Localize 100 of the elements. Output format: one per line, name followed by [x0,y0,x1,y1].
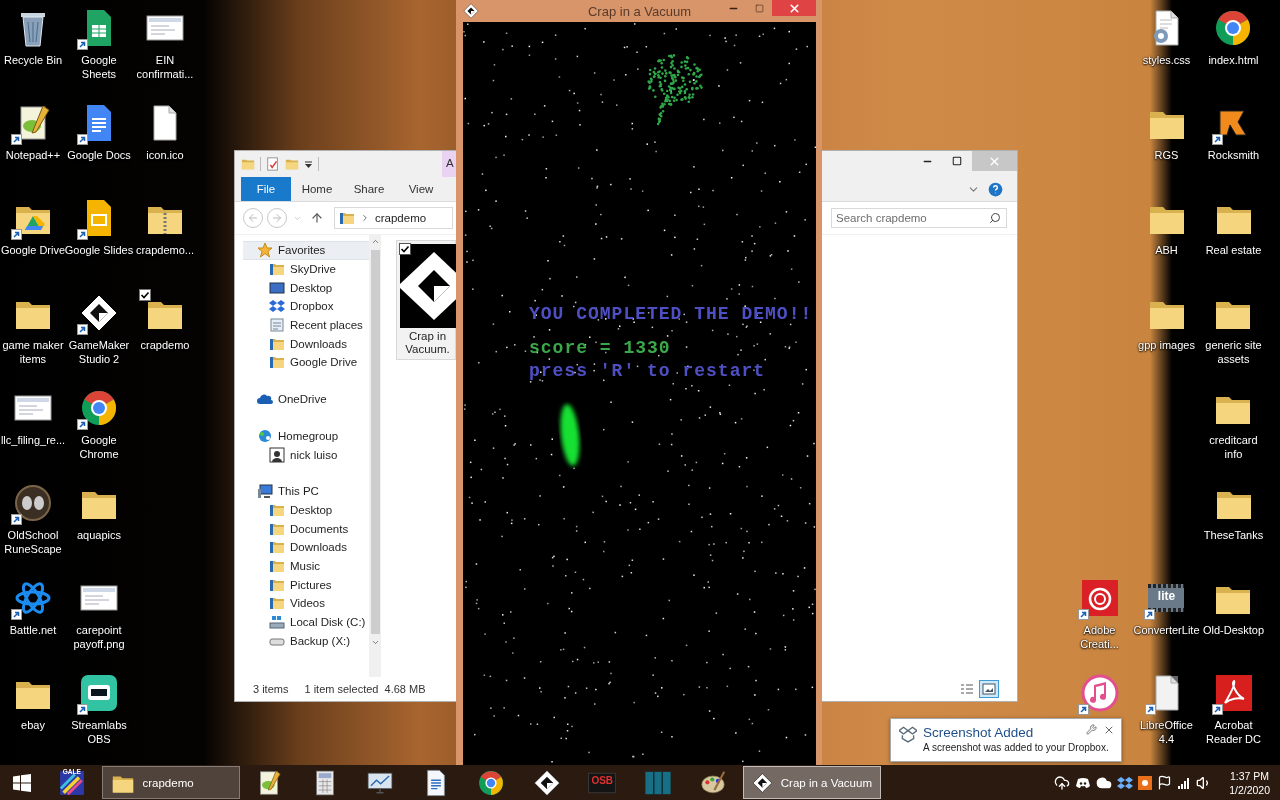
browser-logo-icon [79,388,119,428]
nav-item[interactable]: Music [243,556,369,576]
contextual-tab[interactable]: A [442,151,456,177]
round-logo-icon [13,483,53,523]
dropdown-caret-icon[interactable] [304,159,313,169]
nav-item[interactable]: Pictures [243,575,369,594]
status-text: 1 item selected 4.68 MB [304,683,426,695]
notification-title: Screenshot Added [923,725,1034,740]
close-button[interactable] [772,0,816,16]
file-tab[interactable]: File [241,177,291,201]
striped-app-icon [57,768,86,797]
recent-places-icon [269,317,285,334]
star-icon [257,242,273,259]
nav-item[interactable]: Homegroup [243,426,369,446]
tray-app-icon[interactable] [1138,775,1153,790]
help-icon[interactable] [988,181,1003,197]
arrow-right-icon [271,212,283,224]
folder-icon [269,595,285,612]
nav-item[interactable]: Favorites [243,241,369,260]
nav-item[interactable]: Desktop [243,278,369,298]
score-text: score = 1330 [529,337,671,360]
particle-cloud-drawing [647,54,703,126]
taskbar-window-button[interactable]: Crap in a Vacuum [743,766,881,799]
arrow-up-icon [310,211,324,225]
scrollbar[interactable] [369,235,381,677]
folder-icon [269,261,285,278]
homegroup-icon [257,427,273,444]
address-text[interactable]: crapdemo [375,212,427,224]
ribbon-tab[interactable]: View [395,177,447,201]
dropbox-icon[interactable] [1117,774,1134,791]
ribbon-tab[interactable]: Share [343,177,395,201]
settings-icon[interactable] [1086,724,1097,735]
scroll-up-icon[interactable] [370,237,380,246]
game-message: YOU COMPLETED THE DEMO!! [529,303,813,326]
taskbar-app-button[interactable]: OSB [574,765,630,800]
nav-item[interactable]: SkyDrive [243,259,369,279]
flag-icon[interactable] [1157,775,1173,790]
properties-icon[interactable] [266,157,280,171]
nav-item[interactable]: Desktop [243,500,369,520]
swirl-logo-icon [1079,578,1120,618]
slime-blob-drawing [560,404,580,466]
checkbox[interactable] [399,243,411,255]
nav-item[interactable]: This PC [243,481,369,501]
nav-item[interactable]: Backup (X:) [243,631,369,651]
close-icon[interactable] [1103,724,1115,736]
music-note-icon [1079,673,1120,713]
disk-drive-icon [269,614,285,631]
clock-date: 1/2/2020 [1229,782,1270,797]
checkbox[interactable] [139,289,151,301]
nav-item[interactable]: Downloads [243,334,369,354]
large-icons-view-icon [982,683,996,695]
file-item[interactable]: Crap in Vacuum. [396,240,456,360]
folder-icon [269,354,285,371]
folder-icon [269,539,285,556]
close-icon [787,1,801,15]
nav-item[interactable]: Videos [243,594,369,613]
diamond-logo-icon [399,244,456,328]
folder-icon [339,210,355,226]
status-text: 3 items [253,683,289,695]
nav-item[interactable]: Documents [243,519,369,538]
taskbar-window-button[interactable]: crapdemo [101,766,240,799]
computer-icon [257,483,273,500]
user-icon [269,446,285,463]
nav-item[interactable]: OneDrive [243,389,369,409]
robot-logo-icon [79,673,119,713]
search-icon[interactable] [989,212,1001,224]
nav-item[interactable]: Local Disk (C:) [243,612,369,632]
nav-item[interactable]: Downloads [243,537,369,557]
box-icon [899,725,917,743]
windows-logo-icon [13,773,31,792]
nav-item[interactable]: Dropbox [243,297,369,316]
signal-icon[interactable] [1177,775,1192,790]
view-button[interactable] [979,680,999,698]
address-bar[interactable]: crapdemo [334,207,453,229]
diamond-logo-icon [463,3,479,19]
maximize-icon [754,3,764,13]
dropbox-icon [269,298,285,315]
diamond-logo-icon [532,768,561,797]
ribbon-tab[interactable]: Home [291,177,343,201]
restart-hint: press 'R' to restart [529,360,766,383]
window-title: Crap in a Vacuum [586,3,693,19]
notification-message: A screenshot was added to your Dropbox. [923,742,1110,753]
details-view-icon [960,683,974,695]
chevron-right-icon [360,213,370,223]
logo-text: lite [1156,590,1177,604]
clock-time: 1:37 PM [1230,768,1270,783]
monitor-icon [269,279,285,296]
diamond-logo-icon [79,293,119,333]
logo-text: OSB [590,775,615,786]
search-field[interactable]: Search crapdemo [831,208,1007,228]
nav-item[interactable]: Recent places [243,315,369,335]
nav-item[interactable]: nick luiso [243,445,369,464]
pdf-logo-icon [1213,673,1254,713]
cloud-upload-icon[interactable] [1054,774,1071,791]
diamond-logo-icon [752,770,773,795]
nav-item[interactable]: Google Drive [243,353,369,372]
browser-logo-icon [477,768,506,797]
maximize-icon [952,156,962,166]
arrow-left-icon [247,212,259,224]
scroll-down-icon[interactable] [370,638,380,647]
